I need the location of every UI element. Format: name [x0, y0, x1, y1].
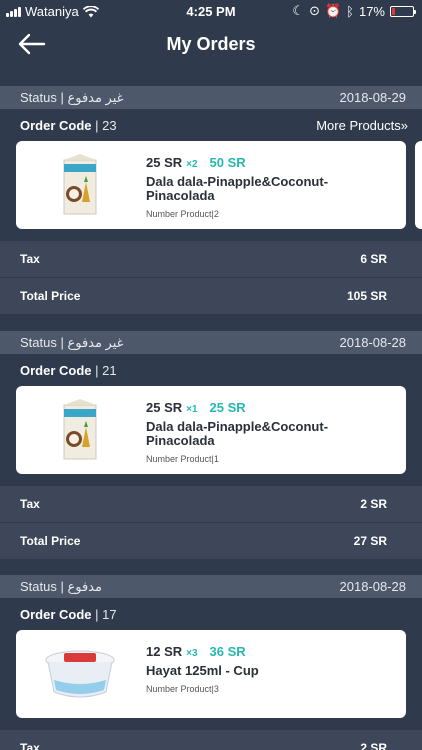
quantity: ×3	[186, 648, 198, 659]
order-card: Status | غير مدفوع 2018-08-28 Order Code…	[0, 331, 422, 560]
nav-bar: My Orders	[0, 22, 422, 68]
price-line: 25 SR ×2 50 SR	[146, 155, 396, 170]
unit-price: 25 SR	[146, 155, 183, 170]
order-status: Status | غير مدفوع	[20, 89, 124, 105]
product-info: 12 SR ×3 36 SR Hayat 125ml - Cup Number …	[146, 644, 396, 694]
line-total: 50 SR	[209, 155, 246, 170]
price-line: 25 SR ×1 25 SR	[146, 400, 396, 415]
total-value: 105 SR	[346, 289, 387, 303]
product-carousel[interactable]: 25 SR ×1 25 SR Dala dala-Pinapple&Coconu…	[0, 386, 422, 477]
product-name: Dala dala-Pinapple&Coconut- Pinacolada	[146, 174, 329, 203]
total-price-row: Total Price 105 SR	[0, 278, 422, 315]
number-product: Number Product|3	[146, 684, 219, 694]
order-card: Status | مدفوع 2018-08-28 Order Code | 1…	[0, 575, 422, 750]
product-info: 25 SR ×2 50 SR Dala dala-Pinapple&Coconu…	[146, 155, 396, 219]
order-status: Status | غير مدفوع	[20, 334, 124, 350]
order-status-bar: Status | غير مدفوع 2018-08-29	[0, 86, 422, 109]
status-bar: Wataniya 4:25 PM ☾ ⊙ ⏰ ᛒ 17%	[0, 0, 422, 22]
line-total: 25 SR	[209, 400, 246, 415]
page-title: My Orders	[166, 34, 256, 54]
unit-price: 12 SR	[146, 644, 183, 659]
order-status-bar: Status | غير مدفوع 2018-08-28	[0, 331, 422, 354]
order-code: Order Code | 23	[20, 117, 117, 133]
bluetooth-icon: ᛒ	[346, 3, 354, 19]
order-status: Status | مدفوع	[20, 578, 102, 594]
next-product-card-peek[interactable]	[415, 141, 422, 229]
quantity: ×2	[186, 159, 198, 170]
price-line: 12 SR ×3 36 SR	[146, 644, 396, 659]
tax-value: 6 SR	[360, 252, 387, 266]
tax-value: 2 SR	[360, 497, 387, 511]
product-card[interactable]: 12 SR ×3 36 SR Hayat 125ml - Cup Number …	[16, 630, 406, 718]
number-product: Number Product|2	[146, 209, 219, 219]
product-image	[38, 638, 122, 710]
product-carousel[interactable]: 25 SR ×2 50 SR Dala dala-Pinapple&Coconu…	[0, 141, 422, 232]
order-code-row: Order Code | 23 More Products»	[0, 109, 422, 141]
quantity: ×1	[186, 404, 198, 415]
product-card[interactable]: 25 SR ×1 25 SR Dala dala-Pinapple&Coconu…	[16, 386, 406, 474]
battery-icon	[390, 5, 416, 17]
tax-row: Tax 2 SR	[0, 486, 422, 523]
tax-row: Tax 6 SR	[0, 241, 422, 278]
line-total: 36 SR	[209, 644, 246, 659]
juice-carton-icon	[63, 399, 97, 460]
order-date: 2018-08-29	[339, 90, 407, 105]
rotation-lock-icon: ⊙	[309, 3, 320, 18]
status-bar-right: ☾ ⊙ ⏰ ᛒ 17%	[292, 3, 416, 19]
product-image	[38, 149, 122, 221]
order-card: Status | غير مدفوع 2018-08-29 Order Code…	[0, 86, 422, 315]
product-image	[38, 394, 122, 466]
alarm-icon: ⏰	[324, 3, 342, 18]
moon-icon: ☾	[292, 3, 305, 18]
order-code-row: Order Code | 21	[0, 354, 422, 386]
tax-value: 2 SR	[360, 741, 387, 750]
unit-price: 25 SR	[146, 400, 183, 415]
order-code: Order Code | 17	[20, 606, 117, 622]
order-date: 2018-08-28	[339, 335, 407, 350]
tax-row: Tax 2 SR	[0, 730, 422, 750]
order-date: 2018-08-28	[339, 579, 407, 594]
product-name: Dala dala-Pinapple&Coconut- Pinacolada	[146, 419, 329, 448]
product-info: 25 SR ×1 25 SR Dala dala-Pinapple&Coconu…	[146, 400, 396, 464]
product-name: Hayat 125ml - Cup	[146, 663, 259, 678]
order-code-row: Order Code | 17	[0, 598, 422, 630]
total-price-row: Total Price 27 SR	[0, 523, 422, 560]
product-card[interactable]: 25 SR ×2 50 SR Dala dala-Pinapple&Coconu…	[16, 141, 406, 229]
total-value: 27 SR	[353, 534, 387, 548]
product-carousel[interactable]: 12 SR ×3 36 SR Hayat 125ml - Cup Number …	[0, 630, 422, 721]
order-status-bar: Status | مدفوع 2018-08-28	[0, 575, 422, 598]
battery-percent: 17%	[358, 3, 385, 19]
double-chevron-right-icon: »	[400, 117, 408, 133]
more-products-button[interactable]: More Products»	[316, 118, 408, 133]
water-cup-icon	[45, 650, 115, 698]
number-product: Number Product|1	[146, 454, 219, 464]
juice-carton-icon	[63, 154, 97, 215]
order-code: Order Code | 21	[20, 362, 117, 378]
